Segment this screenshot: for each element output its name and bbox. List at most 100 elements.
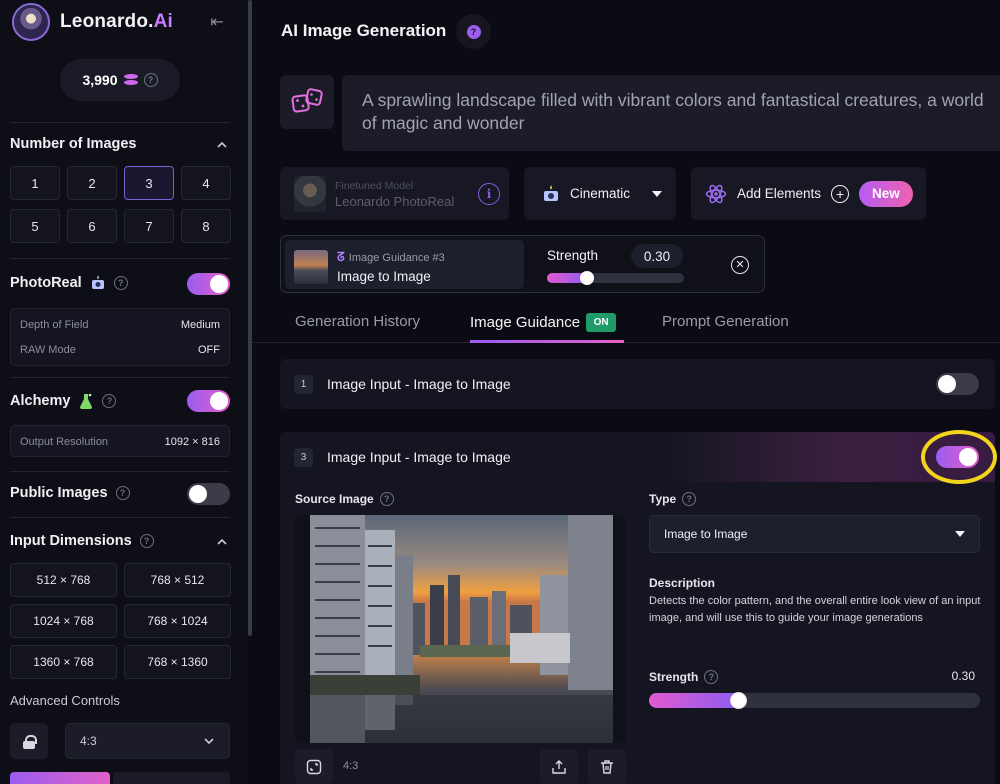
image-count-option-1[interactable]: 1 [10, 166, 60, 200]
help-icon[interactable]: ? [143, 73, 158, 87]
image-count-option-8[interactable]: 8 [181, 209, 231, 243]
info-icon[interactable]: i [478, 183, 500, 205]
prompt-input[interactable]: A sprawling landscape filled with vibran… [342, 75, 1000, 151]
alchemy-toggle[interactable] [187, 390, 230, 412]
aspect-ratio-value: 4:3 [80, 734, 97, 748]
dimension-option[interactable]: 768 × 512 [124, 563, 231, 597]
input-dimensions-grid: 512 × 768 768 × 512 1024 × 768 768 × 1024 13… [10, 563, 231, 679]
image-count-option-3[interactable]: 3 [124, 166, 174, 200]
toggle-knob [938, 375, 956, 393]
photoreal-settings[interactable]: Depth of Field Medium RAW Mode OFF [10, 308, 230, 366]
source-image-frame[interactable] [295, 515, 626, 743]
image-input-header[interactable]: 3 Image Input - Image to Image [280, 432, 995, 482]
divider [10, 122, 230, 123]
random-prompt-button[interactable] [280, 75, 334, 129]
dimension-option[interactable]: 512 × 768 [10, 563, 117, 597]
guidance-type-value: Image to Image [664, 527, 748, 541]
aspect-ratio-select[interactable]: 4:3 [65, 723, 230, 759]
help-icon[interactable]: ? [115, 486, 130, 500]
partial-control[interactable] [113, 772, 230, 784]
main-panel: AI Image Generation ? A sprawling landsc… [252, 0, 1000, 784]
image-input-row[interactable]: 1 Image Input - Image to Image [280, 359, 995, 409]
strength-value[interactable]: 0.30 [631, 244, 683, 268]
upload-icon [552, 759, 566, 774]
dimension-option[interactable]: 1360 × 768 [10, 645, 117, 679]
guidance-type-select[interactable]: Image to Image [649, 515, 980, 553]
brand[interactable]: Leonardo.Ai [12, 3, 173, 41]
plus-icon: + [831, 184, 850, 203]
alchemy-settings[interactable]: Output Resolution 1092 × 816 [10, 425, 230, 457]
strength-slider-handle[interactable] [580, 271, 594, 285]
tab-bar: Generation History Image Guidance ON Prom… [252, 303, 1000, 343]
image-count-option-4[interactable]: 4 [181, 166, 231, 200]
tab-image-guidance[interactable]: Image Guidance ON [470, 313, 617, 332]
help-icon[interactable]: ? [682, 492, 697, 506]
dimension-option[interactable]: 1024 × 768 [10, 604, 117, 638]
help-icon[interactable]: ? [139, 534, 154, 548]
brand-name: Leonardo.Ai [60, 11, 173, 33]
chevron-up-icon[interactable] [216, 536, 228, 548]
number-of-images-grid: 1234 5678 [10, 166, 231, 243]
add-elements-button[interactable]: Add Elements + New [691, 167, 926, 220]
delete-image-button[interactable] [588, 749, 626, 784]
toggle-knob [210, 392, 228, 410]
image-count-option-7[interactable]: 7 [124, 209, 174, 243]
partial-control[interactable] [10, 772, 110, 784]
caret-down-icon [955, 531, 965, 537]
help-icon[interactable]: ? [704, 670, 719, 684]
input-index: 3 [294, 447, 313, 467]
image-input-header: 1 Image Input - Image to Image [280, 359, 995, 409]
guidance-thumbnail [294, 250, 328, 284]
guidance-strength-slider[interactable] [649, 692, 980, 709]
source-image [310, 515, 613, 743]
chevron-up-icon[interactable] [216, 139, 228, 151]
style-selector[interactable]: Cinematic [524, 167, 676, 220]
image-count-option-5[interactable]: 5 [10, 209, 60, 243]
strength-value[interactable]: 0.30 [939, 669, 975, 683]
expand-image-button[interactable] [295, 749, 333, 784]
add-elements-label: Add Elements [737, 186, 822, 201]
image-input-toggle[interactable] [936, 373, 979, 395]
page-help-button[interactable]: ? [456, 14, 491, 49]
strength-slider[interactable] [547, 271, 684, 285]
atom-icon [705, 184, 727, 203]
strength-slider-fill [649, 693, 741, 708]
help-icon[interactable]: ? [379, 492, 394, 506]
dimension-option[interactable]: 768 × 1360 [124, 645, 231, 679]
tab-generation-history[interactable]: Generation History [295, 313, 420, 330]
divider [10, 377, 230, 378]
strength-slider-handle[interactable] [729, 692, 747, 709]
section-title-number-of-images: Number of Images [10, 136, 137, 152]
active-tab-indicator [470, 340, 624, 343]
toggle-knob [210, 275, 228, 293]
help-icon[interactable]: ? [113, 276, 128, 290]
flask-icon [80, 393, 93, 409]
aspect-lock-button[interactable] [10, 723, 48, 759]
upload-image-button[interactable] [540, 749, 578, 784]
image-count-option-2[interactable]: 2 [67, 166, 117, 200]
dimension-option[interactable]: 768 × 1024 [124, 604, 231, 638]
new-badge: New [859, 180, 913, 207]
token-balance[interactable]: 3,990 ? [60, 59, 180, 101]
photoreal-toggle[interactable] [187, 273, 230, 295]
image-guidance-chip-info[interactable]: ᘔ Image Guidance #3 Image to Image [285, 240, 524, 289]
model-thumbnail [294, 175, 326, 212]
tab-prompt-generation[interactable]: Prompt Generation [662, 313, 789, 330]
model-name: Leonardo PhotoReal [335, 193, 455, 209]
highlight-annotation-ring [921, 430, 997, 484]
collapse-sidebar-icon[interactable]: ⇤ [206, 12, 228, 32]
token-count: 3,990 [82, 72, 118, 88]
image-count-option-6[interactable]: 6 [67, 209, 117, 243]
model-selector[interactable]: Finetuned Model Leonardo PhotoReal i [280, 167, 509, 220]
close-icon[interactable]: ✕ [731, 256, 749, 274]
image-guidance-chip: ᘔ Image Guidance #3 Image to Image Streng… [280, 235, 765, 293]
dice-icon [291, 88, 323, 113]
depth-of-field-row: Depth of Field Medium [20, 318, 220, 331]
model-text: Finetuned Model Leonardo PhotoReal [335, 178, 454, 210]
sidebar: Leonardo.Ai ⇤ 3,990 ? Number of Images 1… [0, 0, 248, 784]
description-title: Description [649, 576, 716, 590]
strength-label: Strength [547, 248, 599, 263]
help-icon[interactable]: ? [102, 394, 117, 408]
public-images-toggle[interactable] [187, 483, 230, 505]
chevron-down-icon [204, 738, 214, 745]
